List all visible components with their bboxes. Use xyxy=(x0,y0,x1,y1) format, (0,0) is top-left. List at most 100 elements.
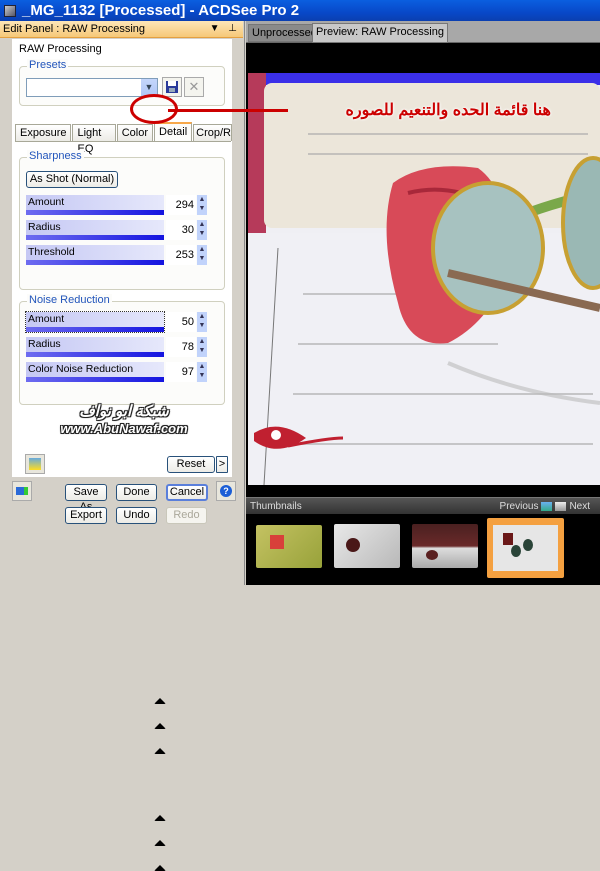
slider-value[interactable]: 294 xyxy=(166,195,196,215)
noise-slider-radius[interactable]: Radius 78 ▲ ▼ xyxy=(26,337,224,846)
help-icon: ? xyxy=(220,485,232,497)
spin-down-icon[interactable]: ▼ xyxy=(199,322,206,329)
reset-button[interactable]: Reset xyxy=(167,456,215,473)
presets-legend: Presets xyxy=(27,59,69,71)
spin-buttons[interactable]: ▲ ▼ xyxy=(197,362,207,382)
spin-up-icon[interactable]: ▲ xyxy=(199,221,206,228)
spin-buttons[interactable]: ▲ ▼ xyxy=(197,195,207,215)
sharpness-group: Sharpness As Shot (Normal) Amount 294 ▲ ▼ Ra… xyxy=(19,150,225,754)
slider-value[interactable]: 30 xyxy=(166,220,196,240)
thumbnail-4-selected[interactable] xyxy=(487,518,564,578)
tab-unprocessed[interactable]: Unprocessed xyxy=(248,24,321,42)
slider-thumb[interactable] xyxy=(154,840,166,846)
thumbnail-2[interactable] xyxy=(334,524,400,568)
next-link[interactable]: Next xyxy=(569,498,590,515)
tab-color[interactable]: Color xyxy=(116,124,154,141)
save-preset-button[interactable] xyxy=(162,77,182,97)
spin-up-icon[interactable]: ▲ xyxy=(199,338,206,345)
thumbnail-3[interactable] xyxy=(412,524,478,568)
annotation-arrow xyxy=(168,109,288,112)
spin-up-icon[interactable]: ▲ xyxy=(199,363,206,370)
photo-rose-glasses xyxy=(248,73,600,485)
thumbnail-1[interactable] xyxy=(256,525,322,568)
spin-down-icon[interactable]: ▼ xyxy=(199,347,206,354)
spin-up-icon[interactable]: ▲ xyxy=(199,313,206,320)
save-as-button[interactable]: Save As xyxy=(65,484,107,513)
slider-value[interactable]: 253 xyxy=(166,245,196,265)
tab-preview-raw[interactable]: Preview: RAW Processing xyxy=(312,23,448,43)
annotation-circle xyxy=(130,94,178,124)
noise-slider-color-noise-reduction[interactable]: Color Noise Reduction 97 ▲ ▼ xyxy=(26,362,224,871)
previous-image-icon[interactable] xyxy=(541,502,553,511)
thumbnails-header: Thumbnails Previous Next xyxy=(246,497,600,514)
slider-fill xyxy=(26,235,164,240)
slider-value[interactable]: 78 xyxy=(166,337,196,357)
spin-buttons[interactable]: ▲ ▼ xyxy=(197,245,207,265)
preview-image[interactable] xyxy=(248,73,600,485)
tab-detail[interactable]: Detail xyxy=(154,122,193,141)
title-bar: _MG_1132 [Processed] - ACDSee Pro 2 xyxy=(0,0,600,21)
tab-crop-rotate[interactable]: Crop/Rotate xyxy=(193,124,232,141)
tab-exposure[interactable]: Exposure xyxy=(15,124,72,141)
watermark-url: www.AbuNawaf.com xyxy=(60,421,188,436)
slider-value[interactable]: 50 xyxy=(166,312,196,332)
slider-track[interactable]: Threshold xyxy=(26,245,166,754)
tab-divider xyxy=(15,141,231,142)
sharpness-slider-threshold[interactable]: Threshold 253 ▲ ▼ xyxy=(26,245,224,754)
done-button[interactable]: Done xyxy=(116,484,157,501)
watermark-arabic: شبكة ابو نواف xyxy=(79,403,169,420)
section-title: RAW Processing xyxy=(19,43,102,55)
slider-fill xyxy=(26,210,164,215)
sharpness-slider-amount[interactable]: Amount 294 ▲ ▼ xyxy=(26,195,224,704)
slider-track[interactable]: Radius xyxy=(26,220,166,729)
presets-dropdown[interactable]: ▼ xyxy=(26,78,158,97)
help-button[interactable]: ? xyxy=(216,481,236,501)
slider-thumb[interactable] xyxy=(154,815,166,821)
spin-down-icon[interactable]: ▼ xyxy=(199,205,206,212)
slider-label: Color Noise Reduction xyxy=(28,363,134,375)
noise-slider-amount[interactable]: Amount 50 ▲ ▼ xyxy=(25,311,224,821)
tab-light-eq[interactable]: Light EQ xyxy=(72,124,116,155)
spin-buttons[interactable]: ▲ ▼ xyxy=(197,312,207,332)
noise-reduction-group: Noise Reduction Amount 50 ▲ ▼ Radius 78 ▲ ▼ Colo… xyxy=(19,294,225,871)
slider-thumb[interactable] xyxy=(154,698,166,704)
cancel-button[interactable]: Cancel xyxy=(166,484,208,501)
sharpness-slider-radius[interactable]: Radius 30 ▲ ▼ xyxy=(26,220,224,729)
slider-fill xyxy=(26,260,164,265)
thumbnails-title: Thumbnails xyxy=(250,501,302,512)
slider-thumb[interactable] xyxy=(154,865,166,871)
slider-track[interactable]: Color Noise Reduction xyxy=(26,362,166,871)
undo-button[interactable]: Undo xyxy=(116,507,157,524)
slider-thumb[interactable] xyxy=(154,748,166,754)
preview-tabs: Unprocessed Preview: RAW Processing xyxy=(246,21,600,43)
export-button[interactable]: Export xyxy=(65,507,107,524)
as-shot-button[interactable]: As Shot (Normal) xyxy=(26,171,118,188)
more-button[interactable]: > xyxy=(216,456,228,473)
slider-track[interactable]: Amount xyxy=(25,311,166,821)
window-toggle-button[interactable] xyxy=(12,481,32,501)
next-image-icon[interactable] xyxy=(555,502,567,511)
spin-down-icon[interactable]: ▼ xyxy=(199,230,206,237)
presets-group: Presets ▼ ✕ xyxy=(19,59,225,106)
pin-icon[interactable]: ⊥ xyxy=(228,23,237,34)
delete-preset-button[interactable]: ✕ xyxy=(184,77,204,97)
panel-menu-icon[interactable]: ▼ xyxy=(210,23,220,34)
slider-track[interactable]: Radius xyxy=(26,337,166,846)
spin-down-icon[interactable]: ▼ xyxy=(199,372,206,379)
slider-value[interactable]: 97 xyxy=(166,362,196,382)
spin-buttons[interactable]: ▲ ▼ xyxy=(197,220,207,240)
slider-thumb[interactable] xyxy=(154,723,166,729)
spin-down-icon[interactable]: ▼ xyxy=(199,255,206,262)
edit-panel: Edit Panel : RAW Processing ▼ ⊥ RAW Proc… xyxy=(0,21,245,871)
slider-label: Amount xyxy=(28,313,65,325)
raw-processing-panel: RAW Processing Presets ▼ ✕ Exposure Ligh… xyxy=(12,39,234,871)
spin-buttons[interactable]: ▲ ▼ xyxy=(197,337,207,357)
slider-track[interactable]: Amount xyxy=(26,195,166,704)
previous-link[interactable]: Previous xyxy=(500,498,539,515)
spin-up-icon[interactable]: ▲ xyxy=(199,196,206,203)
spin-up-icon[interactable]: ▲ xyxy=(199,246,206,253)
noise-reduction-legend: Noise Reduction xyxy=(27,294,112,306)
edit-panel-title: Edit Panel : RAW Processing xyxy=(3,23,146,35)
app-icon xyxy=(4,4,16,17)
tool-button[interactable] xyxy=(25,454,45,474)
